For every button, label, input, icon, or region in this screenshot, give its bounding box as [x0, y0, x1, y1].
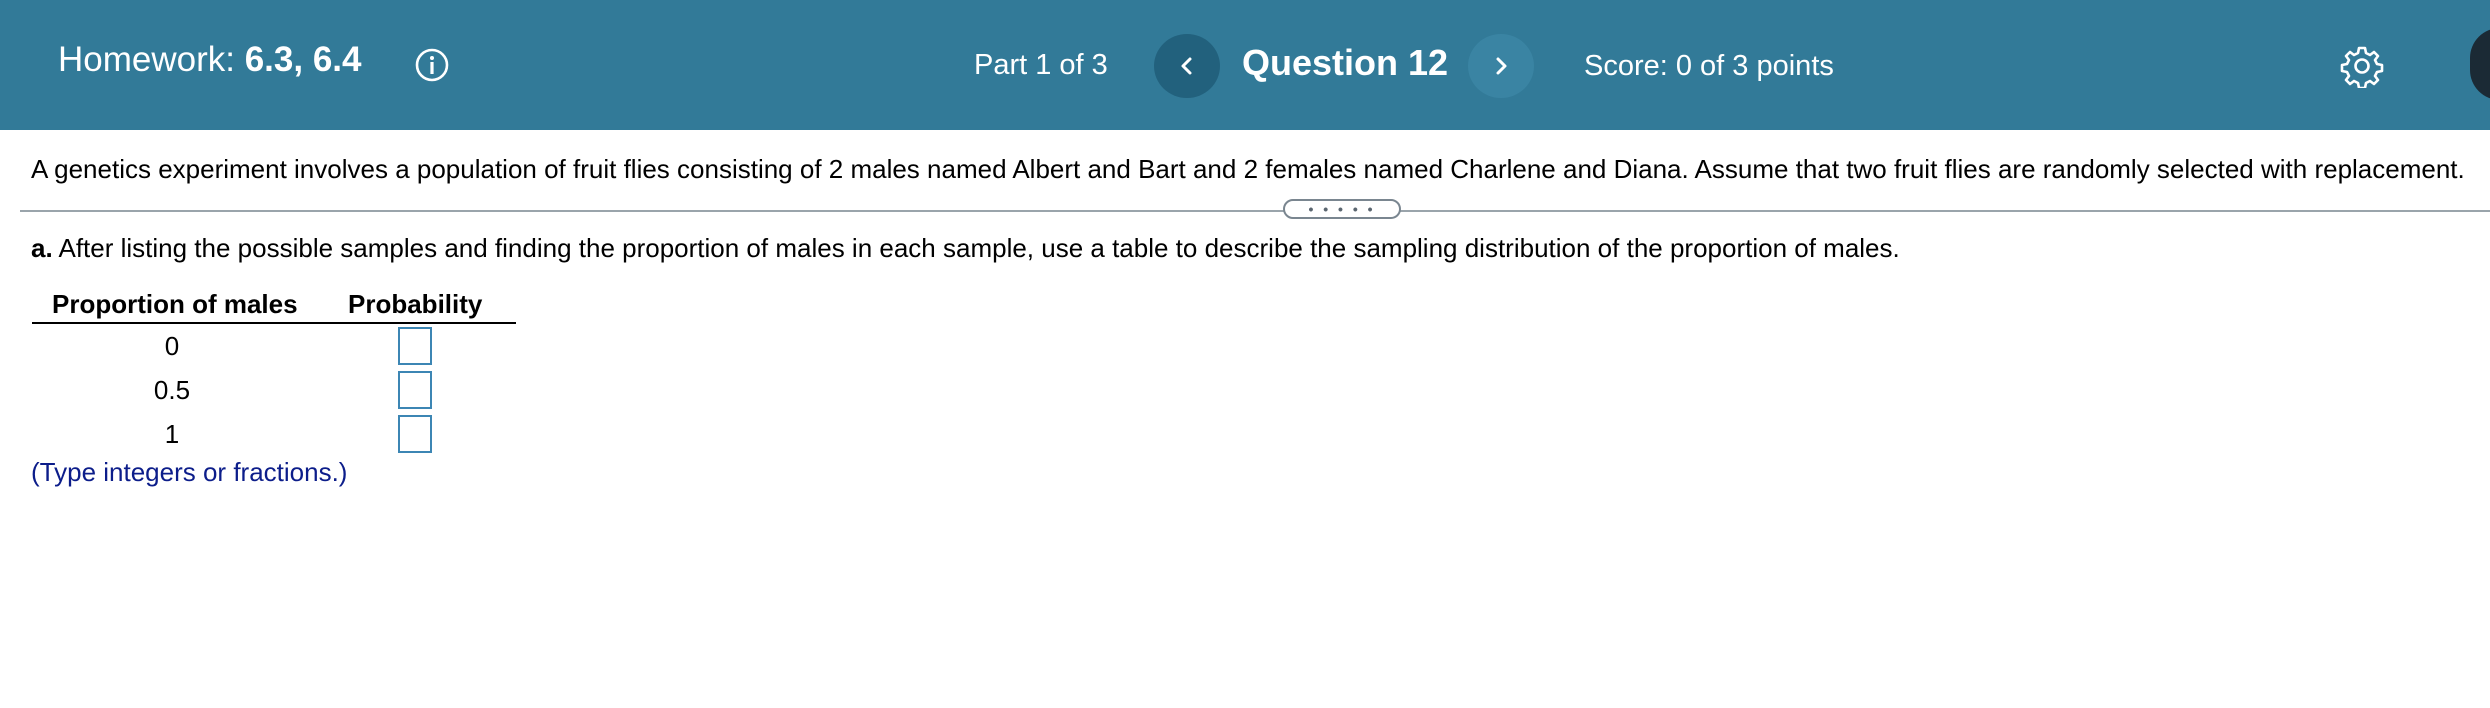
distribution-table-header: Proportion of males Probability: [32, 286, 516, 324]
next-question-button[interactable]: [1468, 34, 1534, 98]
homework-title: Homework: 6.3, 6.4: [58, 38, 361, 82]
homework-sections: 6.3, 6.4: [244, 40, 362, 79]
probability-input[interactable]: [398, 371, 432, 409]
gear-icon[interactable]: [2340, 44, 2384, 88]
header-bar: Homework: 6.3, 6.4 Part 1 of 3 Question …: [0, 0, 2490, 130]
column-header-probability: Probability: [348, 289, 483, 319]
table-cell-proportion: 0: [164, 331, 180, 361]
table-cell-proportion: 0.5: [153, 375, 191, 405]
part-a-prompt: a. After listing the possible samples an…: [31, 232, 1900, 264]
answer-format-hint: (Type integers or fractions.): [31, 457, 348, 487]
part-indicator: Part 1 of 3: [974, 49, 1108, 81]
account-avatar[interactable]: [2470, 28, 2490, 100]
chevron-right-icon: [1496, 57, 1507, 75]
column-header-proportion: Proportion of males: [52, 289, 298, 319]
question-stem: A genetics experiment involves a populat…: [31, 154, 2465, 184]
score-indicator: Score: 0 of 3 points: [1584, 50, 1834, 82]
probability-input[interactable]: [398, 327, 432, 365]
previous-question-button[interactable]: [1154, 34, 1220, 98]
table-cell-proportion: 1: [164, 419, 180, 449]
section-divider: [20, 210, 2490, 212]
info-icon[interactable]: [414, 47, 450, 83]
homework-prefix: Homework:: [58, 40, 235, 79]
chevron-left-icon: [1181, 57, 1192, 75]
part-a-text: After listing the possible samples and f…: [52, 233, 1900, 263]
expand-handle[interactable]: • • • • •: [1283, 199, 1401, 219]
part-a-letter: a.: [31, 233, 53, 263]
probability-input[interactable]: [398, 415, 432, 453]
question-number: Question 12: [1242, 42, 1449, 83]
